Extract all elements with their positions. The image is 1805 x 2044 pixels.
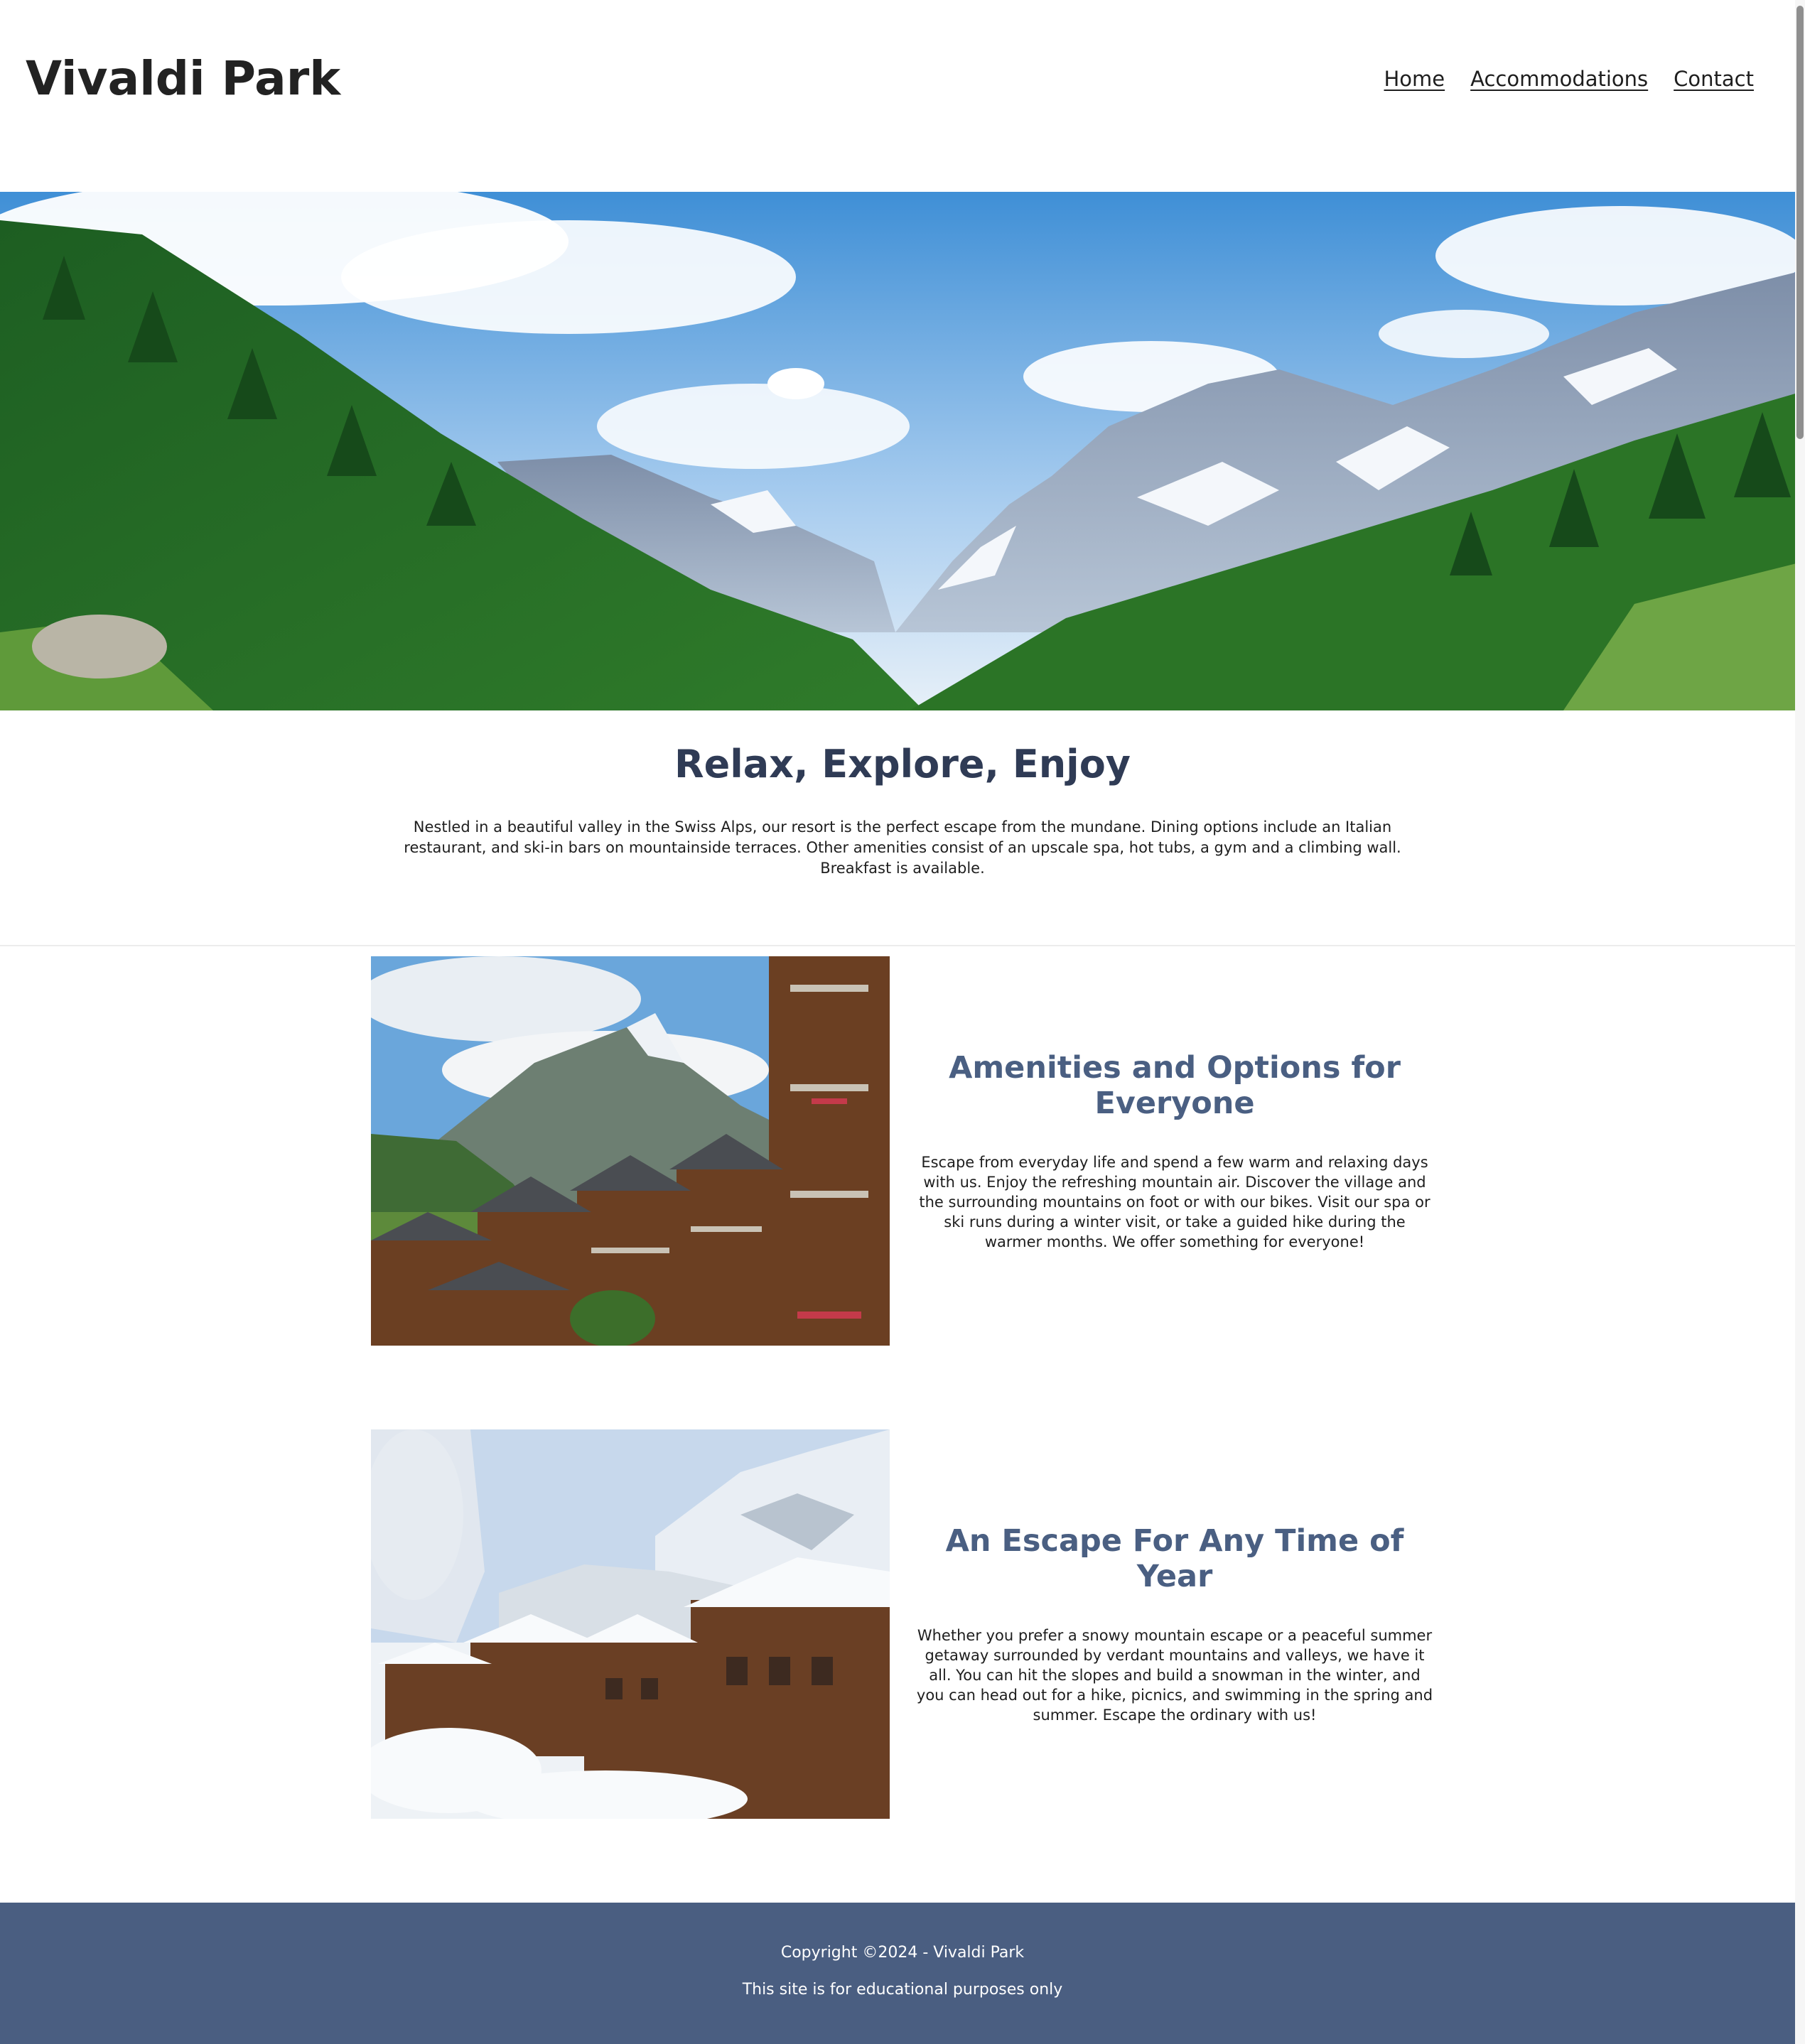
winter-village-illustration	[371, 1429, 890, 1819]
main-nav: Home Accommodations Contact	[1384, 67, 1754, 91]
feature-amenities-image	[371, 956, 890, 1346]
summer-village-illustration	[371, 956, 890, 1346]
feature-amenities: Amenities and Options for Everyone Escap…	[371, 956, 1434, 1346]
scrollbar-thumb[interactable]	[1796, 6, 1804, 439]
site-brand[interactable]: Vivaldi Park	[26, 51, 340, 106]
hero-image	[0, 192, 1805, 710]
feature-amenities-body: Escape from everyday life and spend a fe…	[919, 1154, 1430, 1250]
intro-title: Relax, Explore, Enjoy	[674, 742, 1131, 786]
feature-seasons-image	[371, 1429, 890, 1819]
hero-mountain-illustration	[0, 192, 1805, 710]
footer-note: This site is for educational purposes on…	[742, 1981, 1063, 1999]
nav-link-contact[interactable]: Contact	[1674, 67, 1754, 91]
feature-amenities-title: Amenities and Options for Everyone	[949, 1050, 1401, 1121]
nav-link-accommodations[interactable]: Accommodations	[1470, 67, 1648, 91]
site-footer: Copyright ©2024 - Vivaldi Park This site…	[0, 1903, 1805, 2044]
intro-body: Nestled in a beautiful valley in the Swi…	[404, 818, 1401, 877]
feature-amenities-text: Amenities and Options for Everyone Escap…	[915, 956, 1434, 1346]
nav-link-home[interactable]: Home	[1384, 67, 1445, 91]
intro-section: Relax, Explore, Enjoy Nestled in a beaut…	[0, 710, 1805, 946]
feature-seasons: An Escape For Any Time of Year Whether y…	[371, 1429, 1434, 1819]
feature-seasons-body: Whether you prefer a snowy mountain esca…	[916, 1627, 1433, 1724]
page-scrollbar[interactable]	[1795, 0, 1805, 2044]
feature-seasons-title: An Escape For Any Time of Year	[945, 1523, 1404, 1594]
footer-copyright: Copyright ©2024 - Vivaldi Park	[780, 1944, 1025, 1962]
site-header: Vivaldi Park Home Accommodations Contact	[0, 0, 1805, 192]
feature-seasons-text: An Escape For Any Time of Year Whether y…	[915, 1429, 1434, 1819]
